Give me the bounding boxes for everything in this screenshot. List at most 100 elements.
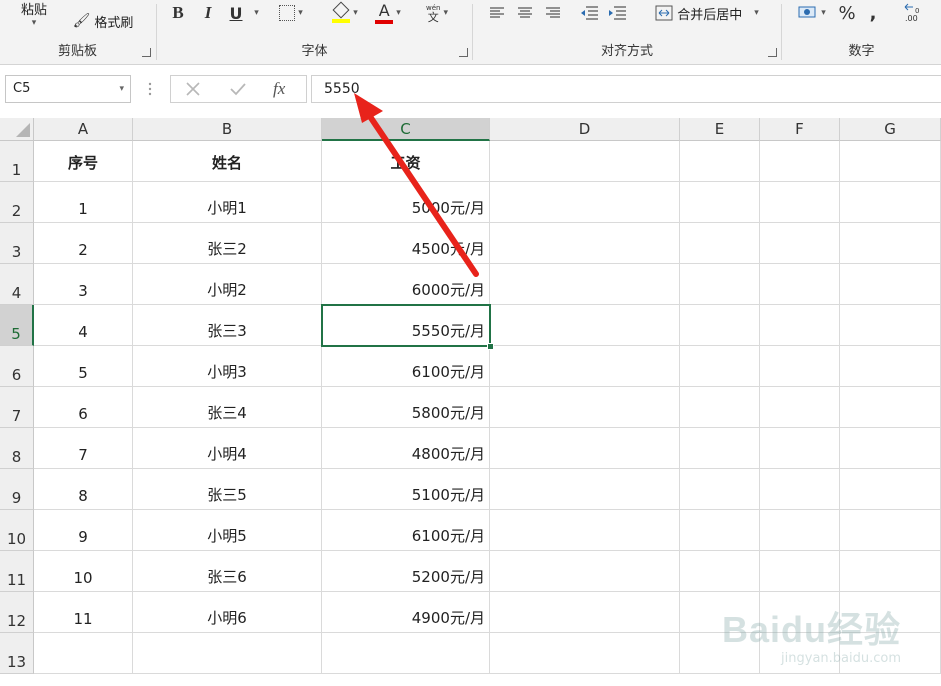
cell-c13[interactable] [322, 633, 490, 674]
font-launcher-icon[interactable] [459, 48, 468, 57]
border-button[interactable]: ▾ [275, 2, 307, 24]
cell-f7[interactable] [760, 387, 840, 428]
row-header-13[interactable]: 13 [0, 633, 34, 674]
drag-handle-icon[interactable] [148, 81, 152, 97]
fill-handle[interactable] [487, 343, 494, 350]
cell-a7[interactable]: 6 [34, 387, 133, 428]
cell-c6[interactable]: 6100元/月 [322, 346, 490, 387]
cell-d12[interactable] [490, 592, 680, 633]
cell-e4[interactable] [680, 264, 760, 305]
italic-button[interactable]: I [197, 2, 219, 24]
fill-color-button[interactable]: ▾ [327, 1, 363, 24]
cell-d10[interactable] [490, 510, 680, 551]
cell-a10[interactable]: 9 [34, 510, 133, 551]
cell-a4[interactable]: 3 [34, 264, 133, 305]
align-left-button[interactable] [487, 2, 507, 24]
row-header-4[interactable]: 4 [0, 264, 34, 305]
cell-b4[interactable]: 小明2 [133, 264, 322, 305]
cell-b1[interactable]: 姓名 [133, 141, 322, 182]
cell-d8[interactable] [490, 428, 680, 469]
cell-a2[interactable]: 1 [34, 182, 133, 223]
cell-g10[interactable] [840, 510, 941, 551]
cell-f3[interactable] [760, 223, 840, 264]
bold-button[interactable]: B [167, 2, 189, 24]
cell-b11[interactable]: 张三6 [133, 551, 322, 592]
row-header-1[interactable]: 1 [0, 141, 34, 182]
cell-c8[interactable]: 4800元/月 [322, 428, 490, 469]
currency-format-button[interactable]: ▾ [792, 2, 832, 24]
cell-f11[interactable] [760, 551, 840, 592]
cell-f8[interactable] [760, 428, 840, 469]
cell-a12[interactable]: 11 [34, 592, 133, 633]
paste-button[interactable]: 粘贴 ▾ [14, 0, 54, 30]
cell-a13[interactable] [34, 633, 133, 674]
cell-b2[interactable]: 小明1 [133, 182, 322, 223]
cell-c4[interactable]: 6000元/月 [322, 264, 490, 305]
cell-e6[interactable] [680, 346, 760, 387]
cancel-icon[interactable] [185, 81, 201, 101]
cell-g3[interactable] [840, 223, 941, 264]
select-all-corner[interactable] [0, 118, 34, 141]
cell-g4[interactable] [840, 264, 941, 305]
cell-e2[interactable] [680, 182, 760, 223]
row-header-11[interactable]: 11 [0, 551, 34, 592]
cell-e7[interactable] [680, 387, 760, 428]
decrease-indent-button[interactable] [578, 2, 600, 24]
merge-center-button[interactable]: 合并后居中 ▾ [645, 2, 769, 24]
cell-g6[interactable] [840, 346, 941, 387]
chevron-down-icon[interactable]: ▾ [119, 76, 124, 102]
cell-c3[interactable]: 4500元/月 [322, 223, 490, 264]
column-header-g[interactable]: G [840, 118, 941, 141]
cell-d3[interactable] [490, 223, 680, 264]
underline-button[interactable]: U [225, 2, 247, 24]
cell-f6[interactable] [760, 346, 840, 387]
cell-c11[interactable]: 5200元/月 [322, 551, 490, 592]
alignment-launcher-icon[interactable] [768, 48, 777, 57]
cell-b9[interactable]: 张三5 [133, 469, 322, 510]
row-header-2[interactable]: 2 [0, 182, 34, 223]
cell-f4[interactable] [760, 264, 840, 305]
cell-g7[interactable] [840, 387, 941, 428]
cell-b10[interactable]: 小明5 [133, 510, 322, 551]
cell-c2[interactable]: 5000元/月 [322, 182, 490, 223]
cell-e8[interactable] [680, 428, 760, 469]
cell-b13[interactable] [133, 633, 322, 674]
cell-g9[interactable] [840, 469, 941, 510]
cell-g11[interactable] [840, 551, 941, 592]
formula-input[interactable]: 5550 [311, 75, 941, 103]
font-color-button[interactable]: A ▾ [369, 2, 407, 24]
cell-d1[interactable] [490, 141, 680, 182]
cell-d5[interactable] [490, 305, 680, 346]
cell-b12[interactable]: 小明6 [133, 592, 322, 633]
row-header-3[interactable]: 3 [0, 223, 34, 264]
column-header-f[interactable]: F [760, 118, 840, 141]
cell-c9[interactable]: 5100元/月 [322, 469, 490, 510]
row-header-5[interactable]: 5 [0, 305, 34, 346]
cell-g5[interactable] [840, 305, 941, 346]
format-painter-button[interactable]: 🖌 格式刷 [68, 10, 138, 32]
column-header-e[interactable]: E [680, 118, 760, 141]
cell-f9[interactable] [760, 469, 840, 510]
row-header-8[interactable]: 8 [0, 428, 34, 469]
cell-g2[interactable] [840, 182, 941, 223]
cell-d4[interactable] [490, 264, 680, 305]
cell-a1[interactable]: 序号 [34, 141, 133, 182]
cell-b8[interactable]: 小明4 [133, 428, 322, 469]
cell-b5[interactable]: 张三3 [133, 305, 322, 346]
cell-d9[interactable] [490, 469, 680, 510]
name-box[interactable]: C5 ▾ [5, 75, 131, 103]
enter-check-icon[interactable] [229, 81, 247, 101]
cell-b6[interactable]: 小明3 [133, 346, 322, 387]
cell-g8[interactable] [840, 428, 941, 469]
column-header-a[interactable]: A [34, 118, 133, 141]
cell-d7[interactable] [490, 387, 680, 428]
cell-a6[interactable]: 5 [34, 346, 133, 387]
cell-d2[interactable] [490, 182, 680, 223]
row-header-12[interactable]: 12 [0, 592, 34, 633]
column-header-b[interactable]: B [133, 118, 322, 141]
cell-a8[interactable]: 7 [34, 428, 133, 469]
cell-e9[interactable] [680, 469, 760, 510]
increase-indent-button[interactable] [606, 2, 628, 24]
insert-function-icon[interactable]: fx [273, 79, 285, 99]
increase-decimal-button[interactable]: .00 0 [900, 2, 930, 24]
